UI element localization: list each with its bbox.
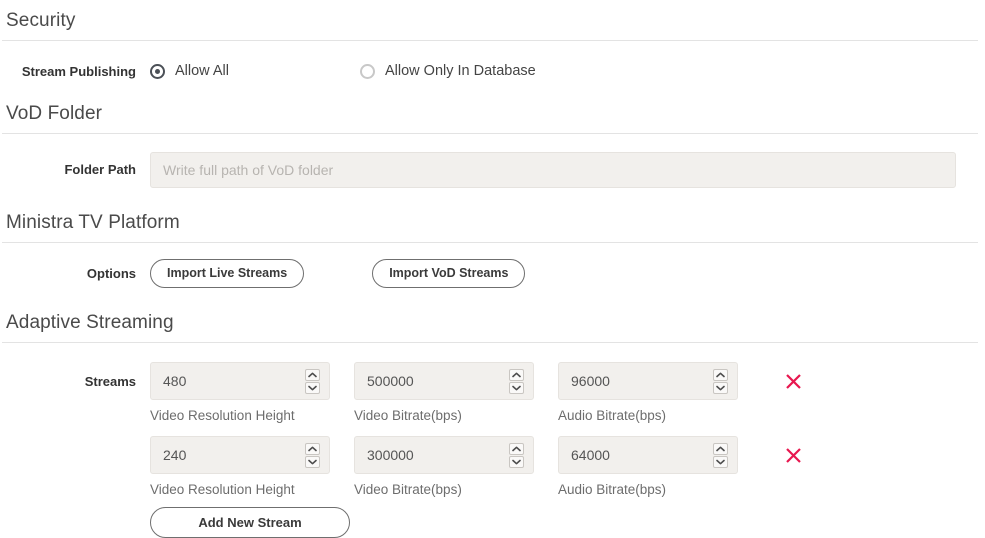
row-ministra-options: Options Import Live Streams Import VoD S… <box>0 259 985 288</box>
stepper-controls[interactable] <box>713 369 728 394</box>
caption-video-bitrate: Video Bitrate(bps) <box>354 408 462 423</box>
video-bitrate-input[interactable] <box>355 363 507 399</box>
field-audio-bitrate: Audio Bitrate(bps) <box>558 436 738 497</box>
field-video-resolution-height: Video Resolution Height <box>150 362 330 423</box>
video-bitrate-input[interactable] <box>355 437 507 473</box>
chevron-up-icon[interactable] <box>305 443 320 455</box>
field-video-bitrate: Video Bitrate(bps) <box>354 362 534 423</box>
section-divider-adaptive-streaming <box>2 342 978 343</box>
chevron-down-icon[interactable] <box>509 456 524 468</box>
field-video-resolution-height: Video Resolution Height <box>150 436 330 497</box>
stepper-controls[interactable] <box>305 369 320 394</box>
section-title-ministra: Ministra TV Platform <box>6 212 180 233</box>
radio-icon-allow-all[interactable] <box>150 63 165 79</box>
stepper-controls[interactable] <box>509 443 524 468</box>
video-resolution-height-input[interactable] <box>151 437 303 473</box>
chevron-down-icon[interactable] <box>305 382 320 394</box>
radio-label-allow-all: Allow All <box>175 63 229 79</box>
video-resolution-height-stepper[interactable] <box>150 436 330 474</box>
folder-path-input[interactable] <box>150 152 956 188</box>
section-divider-security <box>2 40 978 41</box>
radio-icon-allow-only-in-database[interactable] <box>360 63 375 79</box>
caption-video-bitrate: Video Bitrate(bps) <box>354 482 462 497</box>
chevron-up-icon[interactable] <box>305 369 320 381</box>
radio-label-allow-only-in-database: Allow Only In Database <box>385 63 536 79</box>
chevron-up-icon[interactable] <box>509 369 524 381</box>
section-title-security: Security <box>6 10 76 31</box>
label-folder-path: Folder Path <box>64 162 136 177</box>
label-streams: Streams <box>84 374 136 389</box>
caption-video-resolution-height: Video Resolution Height <box>150 408 295 423</box>
section-divider-vod-folder <box>2 133 978 134</box>
stepper-controls[interactable] <box>509 369 524 394</box>
import-live-streams-button[interactable]: Import Live Streams <box>150 259 305 288</box>
caption-video-resolution-height: Video Resolution Height <box>150 482 295 497</box>
chevron-down-icon[interactable] <box>713 382 728 394</box>
section-vod-folder: VoD Folder Folder Path <box>0 101 985 188</box>
chevron-up-icon[interactable] <box>713 443 728 455</box>
chevron-down-icon[interactable] <box>305 456 320 468</box>
audio-bitrate-input[interactable] <box>559 363 711 399</box>
row-add-new-stream: Add New Stream <box>0 507 985 538</box>
field-video-bitrate: Video Bitrate(bps) <box>354 436 534 497</box>
delete-stream-button[interactable] <box>782 362 804 400</box>
section-title-vod-folder: VoD Folder <box>6 103 103 124</box>
video-resolution-height-stepper[interactable] <box>150 362 330 400</box>
row-folder-path: Folder Path <box>0 152 985 188</box>
audio-bitrate-stepper[interactable] <box>558 436 738 474</box>
caption-audio-bitrate: Audio Bitrate(bps) <box>558 408 667 423</box>
caption-audio-bitrate: Audio Bitrate(bps) <box>558 482 667 497</box>
chevron-down-icon[interactable] <box>713 456 728 468</box>
audio-bitrate-input[interactable] <box>559 437 711 473</box>
row-stream-publishing: Stream Publishing Allow All Allow Only I… <box>0 63 985 81</box>
stream-row: Video Resolution Height Video Bitrate(bp… <box>0 436 985 497</box>
section-title-adaptive-streaming: Adaptive Streaming <box>6 312 174 333</box>
section-divider-ministra <box>2 242 978 243</box>
video-bitrate-stepper[interactable] <box>354 362 534 400</box>
close-x-icon <box>785 373 801 389</box>
add-new-stream-button[interactable]: Add New Stream <box>150 507 350 538</box>
settings-page: Security Stream Publishing Allow All All… <box>0 0 985 538</box>
section-ministra-tv-platform: Ministra TV Platform Options Import Live… <box>0 210 985 288</box>
radio-option-allow-all[interactable]: Allow All <box>150 63 229 79</box>
import-vod-streams-button[interactable]: Import VoD Streams <box>372 259 526 288</box>
chevron-down-icon[interactable] <box>509 382 524 394</box>
video-bitrate-stepper[interactable] <box>354 436 534 474</box>
stepper-controls[interactable] <box>713 443 728 468</box>
radio-option-allow-only-in-database[interactable]: Allow Only In Database <box>360 63 536 79</box>
stream-row: Streams Video Resolution Height <box>0 362 985 423</box>
chevron-up-icon[interactable] <box>713 369 728 381</box>
audio-bitrate-stepper[interactable] <box>558 362 738 400</box>
delete-stream-button[interactable] <box>782 436 804 474</box>
close-x-icon <box>785 447 801 463</box>
field-audio-bitrate: Audio Bitrate(bps) <box>558 362 738 423</box>
video-resolution-height-input[interactable] <box>151 363 303 399</box>
label-ministra-options: Options <box>86 265 136 281</box>
label-stream-publishing: Stream Publishing <box>21 64 136 79</box>
section-security: Security Stream Publishing Allow All All… <box>0 0 985 81</box>
chevron-up-icon[interactable] <box>509 443 524 455</box>
radio-group-stream-publishing: Allow All Allow Only In Database <box>150 63 536 79</box>
section-adaptive-streaming: Adaptive Streaming Streams Vi <box>0 310 985 538</box>
stepper-controls[interactable] <box>305 443 320 468</box>
